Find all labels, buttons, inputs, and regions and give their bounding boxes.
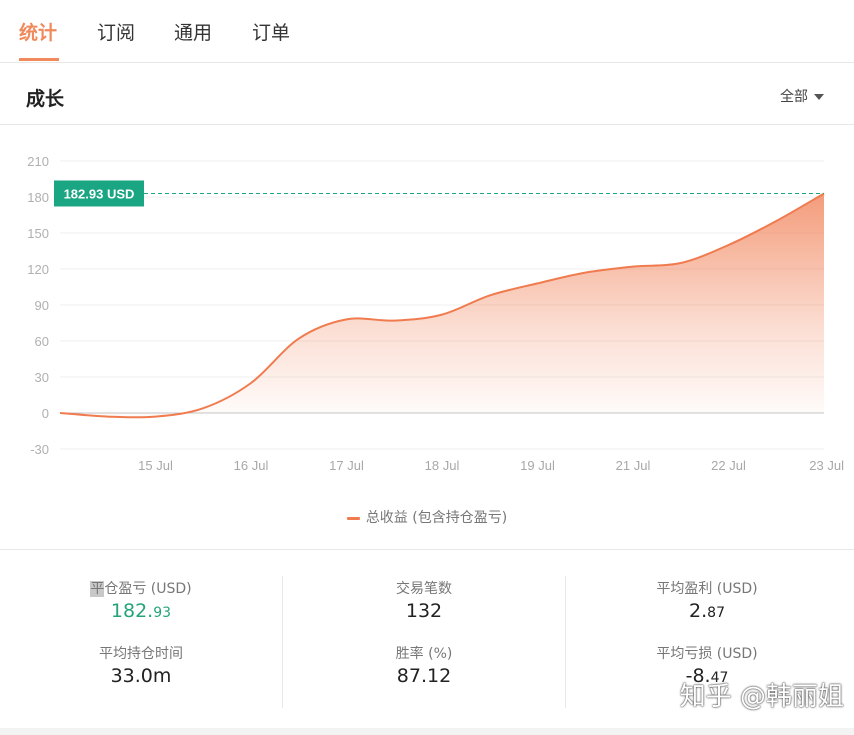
avg-hold-time-label: 平均持仓时间: [99, 646, 183, 662]
tab-orders[interactable]: 订单: [252, 18, 290, 45]
y-tick-label: 30: [35, 370, 49, 385]
y-tick-label: -30: [30, 442, 49, 457]
trades-value: 132: [405, 600, 443, 622]
avg-profit-value: 2.87: [689, 600, 725, 622]
growth-chart: 210 180 150 120 90 60 30 0 -30 15 Jul 16 Jul 17 Jul…: [27, 154, 844, 473]
legend-swatch: [346, 516, 360, 520]
y-tick-label: 180: [27, 190, 49, 205]
y-tick-label: 0: [42, 406, 49, 421]
bottom-strip: [0, 728, 854, 735]
closed-pnl-label: 平仓盈亏 (USD): [0, 578, 282, 598]
y-tick-label: 150: [27, 226, 49, 241]
x-tick-label: 16 Jul: [234, 458, 269, 473]
x-tick-label: 17 Jul: [329, 458, 364, 473]
watermark: 知乎 @韩丽姐: [679, 682, 844, 712]
x-tick-label: 22 Jul: [711, 458, 746, 473]
tab-general[interactable]: 通用: [174, 18, 212, 45]
x-tick-label: 19 Jul: [520, 458, 555, 473]
closed-pnl-label-rest: 仓盈亏 (USD): [104, 581, 192, 597]
y-tick-label: 60: [35, 334, 49, 349]
section-title: 成长: [26, 88, 65, 110]
y-tick-label: 210: [27, 154, 49, 169]
win-rate-value: 87.12: [396, 665, 452, 687]
x-tick-label: 18 Jul: [425, 458, 460, 473]
tab-subscription[interactable]: 订阅: [97, 18, 135, 45]
y-tick-label: 90: [35, 298, 49, 313]
closed-pnl-value: 182.93: [110, 600, 172, 622]
caret-down-icon: [814, 94, 824, 100]
legend-label: 总收益 (包含持仓盈亏): [365, 510, 508, 526]
stats-column-1: 平仓盈亏 (USD) 182.93 平均持仓时间 33.0m: [0, 550, 282, 700]
y-tick-label: 120: [27, 262, 49, 277]
section-header: 成长 全部: [0, 62, 854, 125]
tab-bar: 统计 订阅 通用 订单: [0, 0, 854, 63]
x-tick-label: 23 Jul: [809, 458, 844, 473]
trades-label: 交易笔数: [396, 581, 452, 597]
period-filter-label: 全部: [780, 89, 808, 105]
tab-statistics[interactable]: 统计: [19, 18, 57, 45]
avg-hold-time-value: 33.0m: [110, 665, 172, 687]
active-tab-indicator: [19, 58, 59, 61]
chart-legend[interactable]: 总收益 (包含持仓盈亏): [0, 507, 854, 527]
avg-loss-label: 平均亏损 (USD): [656, 646, 758, 662]
stats-column-2: 交易笔数 132 胜率 (%) 87.12: [283, 550, 565, 700]
x-tick-label: 21 Jul: [616, 458, 651, 473]
closed-pnl-label-highlight: 平: [90, 581, 105, 597]
x-tick-label: 15 Jul: [138, 458, 173, 473]
current-value-label: 182.93 USD: [64, 186, 135, 201]
win-rate-label: 胜率 (%): [395, 646, 453, 662]
avg-profit-label: 平均盈利 (USD): [656, 581, 758, 597]
period-filter-dropdown[interactable]: 全部: [780, 86, 824, 106]
